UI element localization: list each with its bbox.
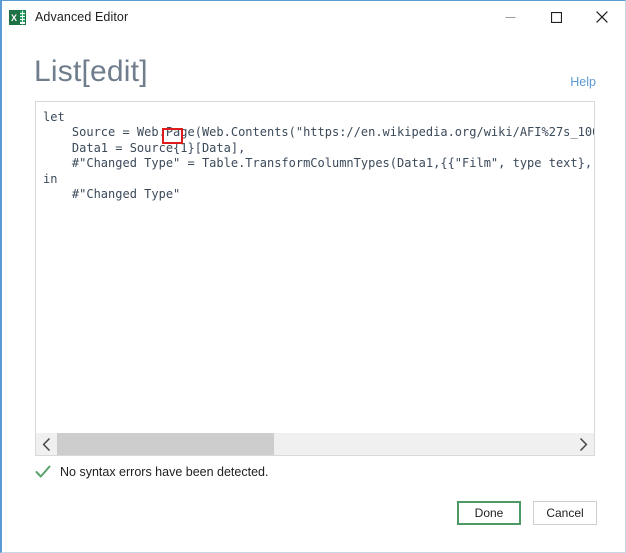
- query-code-panel: let Source = Web.Page(Web.Contents("http…: [35, 101, 595, 456]
- scrollbar-track[interactable]: [57, 433, 573, 455]
- done-button[interactable]: Done: [457, 501, 521, 525]
- code-line: #"Changed Type" = Table.TransformColumnT…: [71, 156, 593, 171]
- header-row: List[edit] Help: [2, 37, 625, 95]
- help-link[interactable]: Help: [570, 75, 596, 89]
- excel-icon: X: [9, 9, 26, 26]
- horizontal-scrollbar[interactable]: [36, 432, 594, 455]
- close-button[interactable]: [579, 1, 625, 33]
- chevron-right-icon[interactable]: [573, 433, 594, 455]
- code-line: let: [43, 110, 65, 124]
- svg-text:X: X: [11, 13, 17, 23]
- code-line: Data1 = Source{1}[Data],: [43, 140, 246, 155]
- code-editor[interactable]: let Source = Web.Page(Web.Contents("http…: [36, 102, 594, 433]
- code-line: #"Changed Type": [43, 186, 181, 201]
- code-line: Source = Web.Page(Web.Contents("https://…: [71, 125, 594, 140]
- window-controls: [487, 1, 625, 33]
- page-title: List[edit]: [34, 55, 148, 88]
- chevron-left-icon[interactable]: [36, 433, 57, 455]
- syntax-status: No syntax errors have been detected.: [35, 462, 268, 482]
- code-content[interactable]: let Source = Web.Page(Web.Contents("http…: [36, 110, 594, 202]
- check-icon: [35, 464, 51, 480]
- dialog-footer: Done Cancel: [457, 501, 597, 525]
- window-title: Advanced Editor: [35, 10, 129, 24]
- maximize-button[interactable]: [533, 1, 579, 33]
- title-bar: X Advanced Editor: [2, 1, 625, 33]
- status-message: No syntax errors have been detected.: [60, 465, 269, 479]
- cancel-button[interactable]: Cancel: [533, 501, 597, 525]
- code-line: in: [43, 171, 58, 186]
- scrollbar-thumb[interactable]: [57, 433, 274, 455]
- advanced-editor-window: X Advanced Editor List[edit] Help let So…: [0, 0, 626, 553]
- minimize-button[interactable]: [487, 1, 533, 33]
